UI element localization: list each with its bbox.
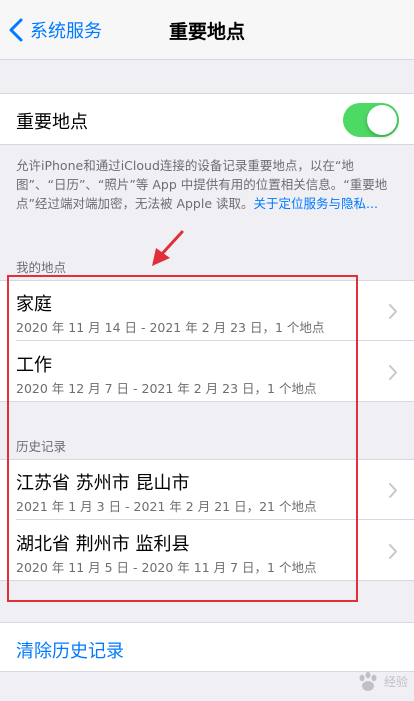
- baidu-watermark: 经验: [355, 669, 408, 695]
- section-header-my-places: 我的地点: [16, 260, 67, 275]
- place-date-range: 2020 年 11 月 14 日 - 2021 年 2 月 23 日，1 个地点: [16, 320, 325, 335]
- place-date-range: 2020 年 12 月 7 日 - 2021 年 2 月 23 日，1 个地点: [16, 381, 317, 396]
- history-date-range: 2021 年 1 月 3 日 - 2021 年 2 月 21 日，21 个地点: [16, 499, 317, 514]
- place-title: 工作: [16, 355, 52, 376]
- place-row-home[interactable]: 家庭 2020 年 11 月 14 日 - 2021 年 2 月 23 日，1 …: [0, 281, 414, 341]
- row-divider: [16, 340, 414, 341]
- history-group: 江苏省 苏州市 昆山市 2021 年 1 月 3 日 - 2021 年 2 月 …: [0, 459, 414, 581]
- chevron-right-icon: [389, 483, 397, 498]
- clear-history-row: 清除历史记录: [0, 622, 414, 672]
- paw-logo-icon: [359, 671, 377, 691]
- history-date-range: 2020 年 11 月 5 日 - 2020 年 11 月 7 日，1 个地点: [16, 560, 317, 575]
- privacy-footnote: 允许iPhone和通过iCloud连接的设备记录重要地点，以在“地图”、“日历”…: [16, 156, 400, 213]
- place-title: 家庭: [16, 294, 52, 315]
- chevron-right-icon: [389, 365, 397, 380]
- place-row-work[interactable]: 工作 2020 年 12 月 7 日 - 2021 年 2 月 23 日，1 个…: [0, 342, 414, 402]
- history-title: 湖北省 荆州市 监利县: [16, 534, 190, 555]
- significant-locations-label: 重要地点: [16, 112, 88, 133]
- row-divider: [16, 519, 414, 520]
- my-places-group: 家庭 2020 年 11 月 14 日 - 2021 年 2 月 23 日，1 …: [0, 280, 414, 402]
- privacy-link[interactable]: 关于定位服务与隐私...: [254, 196, 378, 211]
- history-title: 江苏省 苏州市 昆山市: [16, 473, 190, 494]
- significant-locations-toggle[interactable]: [343, 103, 399, 137]
- section-header-history: 历史记录: [16, 439, 67, 454]
- navigation-bar: 系统服务 重要地点: [0, 0, 414, 60]
- annotation-arrow-icon: [152, 230, 184, 266]
- page-title: 重要地点: [168, 21, 245, 43]
- chevron-right-icon: [389, 304, 397, 319]
- chevron-right-icon: [389, 544, 397, 559]
- history-row-jianli[interactable]: 湖北省 荆州市 监利县 2020 年 11 月 5 日 - 2020 年 11 …: [0, 521, 414, 581]
- toggle-knob: [367, 105, 397, 135]
- clear-history-button[interactable]: 清除历史记录: [16, 637, 124, 663]
- significant-locations-row: 重要地点: [0, 93, 414, 145]
- history-row-kunshan[interactable]: 江苏省 苏州市 昆山市 2021 年 1 月 3 日 - 2021 年 2 月 …: [0, 460, 414, 520]
- watermark-text: 经验: [383, 674, 408, 689]
